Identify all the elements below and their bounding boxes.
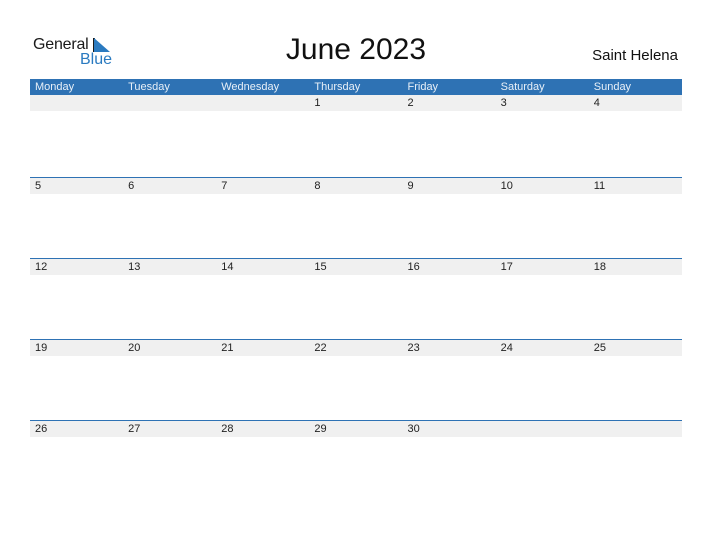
day-cell: 8 [314, 180, 321, 192]
date-band: 12 13 14 15 16 17 18 [30, 259, 682, 275]
weekday-wednesday: Wednesday [221, 81, 280, 93]
date-band: 1 2 3 4 [30, 95, 682, 111]
day-cell [216, 95, 309, 111]
day-cell: 11 [593, 180, 606, 192]
day-cell: 1 [314, 97, 321, 109]
weekday-monday: Monday [35, 81, 75, 93]
day-cell: 29 [314, 423, 327, 435]
date-band: 5 6 7 8 9 10 11 [30, 178, 682, 194]
day-cell: 24 [500, 342, 513, 354]
day-cell: 10 [500, 180, 513, 192]
day-cell: 28 [221, 423, 234, 435]
day-cell: 19 [35, 342, 48, 354]
day-cell: 15 [314, 261, 327, 273]
day-cell: 4 [593, 97, 600, 109]
day-cell [30, 95, 123, 111]
day-cell [589, 421, 682, 437]
weekday-tuesday: Tuesday [128, 81, 170, 93]
day-cell: 14 [221, 261, 234, 273]
region-label: Saint Helena [592, 47, 678, 64]
day-cell: 20 [128, 342, 141, 354]
day-cell: 7 [221, 180, 228, 192]
week-row: 19 20 21 22 23 24 25 [30, 339, 682, 420]
weekday-saturday: Saturday [500, 81, 545, 93]
day-cell: 22 [314, 342, 327, 354]
week-row: 26 27 28 29 30 [30, 420, 682, 501]
day-cell: 21 [221, 342, 234, 354]
weekday-thursday: Thursday [314, 81, 361, 93]
day-cell [123, 95, 216, 111]
day-cell: 12 [35, 261, 48, 273]
day-cell: 26 [35, 423, 48, 435]
day-cell: 3 [500, 97, 507, 109]
day-cell: 17 [500, 261, 513, 273]
week-row: 5 6 7 8 9 10 11 [30, 177, 682, 258]
day-cell: 9 [407, 180, 414, 192]
day-cell: 18 [593, 261, 606, 273]
date-band: 19 20 21 22 23 24 25 [30, 340, 682, 356]
day-cell: 6 [128, 180, 135, 192]
day-cell: 27 [128, 423, 141, 435]
day-cell [496, 421, 589, 437]
date-band: 26 27 28 29 30 [30, 421, 682, 437]
day-cell: 13 [128, 261, 141, 273]
day-cell: 25 [593, 342, 606, 354]
weekday-header: Monday Tuesday Wednesday Thursday Friday… [30, 79, 682, 96]
week-row: 12 13 14 15 16 17 18 [30, 258, 682, 339]
day-cell: 23 [407, 342, 420, 354]
weekday-sunday: Sunday [593, 81, 632, 93]
week-row: 1 2 3 4 [30, 95, 682, 176]
day-cell: 16 [407, 261, 420, 273]
day-cell: 2 [407, 97, 414, 109]
day-cell: 5 [35, 180, 42, 192]
day-cell: 30 [407, 423, 420, 435]
weekday-friday: Friday [407, 81, 439, 93]
